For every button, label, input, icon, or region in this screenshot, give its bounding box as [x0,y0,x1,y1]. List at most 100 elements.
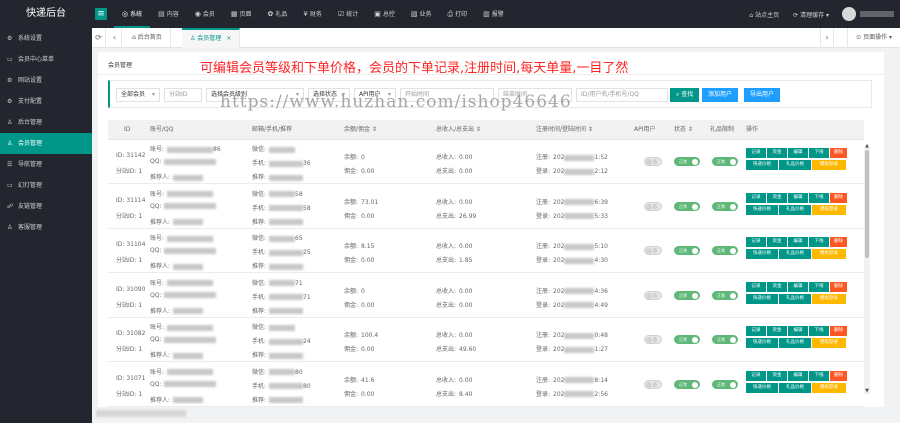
action-delete-button[interactable]: 删除 [830,192,847,203]
avatar[interactable] [842,7,856,21]
action-impersonate-login-button[interactable]: 模拟登录 [812,382,846,393]
action-offline-button[interactable]: 下线 [809,370,829,381]
action-offline-button[interactable]: 下线 [809,192,829,203]
topnav-item-7[interactable]: ▣ 总控 [366,0,403,28]
keyword-input[interactable]: ID/用户名/手机号/QQ [576,88,668,102]
api-user-toggle[interactable]: 否 [644,290,662,300]
action-record-button[interactable]: 记录 [746,237,766,247]
action-offline-button[interactable]: 下线 [809,326,829,336]
sidebar-item-5[interactable]: ♙ 会员管理 [0,133,92,154]
add-user-button[interactable]: 添加用户 [702,88,739,102]
action-funds-button[interactable]: 资金 [767,370,787,381]
sidebar-item-0[interactable]: ⚙ 系统设置 [0,28,92,49]
action-edit-button[interactable]: 编辑 [788,370,808,381]
action-record-button[interactable]: 记录 [746,148,766,158]
action-offline-button[interactable]: 下线 [809,281,829,292]
chevron-right-icon[interactable]: › [820,28,834,48]
action-record-button[interactable]: 记录 [746,326,766,336]
sidebar-item-3[interactable]: ⚙ 支付配置 [0,91,92,112]
topnav-item-6[interactable]: ☑ 统计 [330,0,366,28]
action-impersonate-login-button[interactable]: 模拟登录 [812,338,846,348]
action-express-price-button[interactable]: 快递价格 [746,204,778,215]
page-operations-menu[interactable]: ⊙ 页面操作 ▾ [847,28,900,48]
topnav-item-0[interactable]: ◎ 系统 [114,0,151,28]
scroll-up-icon[interactable]: ▲ [864,143,870,149]
topnav-item-9[interactable]: ⎙ 打印 [439,0,475,28]
export-user-button[interactable]: 导出用户 [744,88,781,102]
topnav-item-4[interactable]: ✿ 礼品 [260,0,296,28]
api-user-toggle[interactable]: 否 [644,157,662,166]
action-delete-button[interactable]: 删除 [830,326,847,336]
refresh-icon[interactable]: ⟳ [92,28,106,48]
sidebar-item-6[interactable]: ☰ 导航管理 [0,154,92,175]
status-toggle[interactable]: 正常 [674,379,700,389]
action-impersonate-login-button[interactable]: 模拟登录 [812,204,846,215]
close-icon[interactable]: × [226,35,231,42]
action-gift-price-button[interactable]: 礼品价格 [779,382,811,393]
action-edit-button[interactable]: 编辑 [788,192,808,203]
chevron-left-icon[interactable]: ‹ [108,28,122,48]
action-funds-button[interactable]: 资金 [767,192,787,203]
gift-limit-toggle[interactable]: 正常 [712,335,738,344]
sidebar-item-9[interactable]: ♙ 客服管理 [0,217,92,238]
status-toggle[interactable]: 正常 [674,290,700,300]
site-home-link[interactable]: ⌂ 站点主页 [742,10,786,19]
topnav-item-10[interactable]: ▥ 报警 [475,0,512,28]
scroll-down-icon[interactable]: ▼ [864,388,870,394]
action-funds-button[interactable]: 资金 [767,326,787,336]
gift-limit-toggle[interactable]: 正常 [712,157,738,166]
api-user-toggle[interactable]: 否 [644,201,662,211]
api-user-toggle[interactable]: 否 [644,335,662,344]
action-offline-button[interactable]: 下线 [809,148,829,158]
action-delete-button[interactable]: 删除 [830,148,847,158]
action-funds-button[interactable]: 资金 [767,148,787,158]
action-impersonate-login-button[interactable]: 模拟登录 [812,293,846,304]
topnav-item-5[interactable]: ¥ 财务 [295,0,329,28]
sidebar-item-8[interactable]: ☍ 友链管理 [0,196,92,217]
action-gift-price-button[interactable]: 礼品价格 [779,249,811,259]
action-express-price-button[interactable]: 快递价格 [746,338,778,348]
search-button[interactable]: ⌕ 查找 [670,88,700,102]
action-delete-button[interactable]: 删除 [830,370,847,381]
action-record-button[interactable]: 记录 [746,281,766,292]
action-impersonate-login-button[interactable]: 模拟登录 [812,249,846,259]
tab-home[interactable]: ⌂ 后台首页 [124,28,171,48]
action-gift-price-button[interactable]: 礼品价格 [779,160,811,170]
action-delete-button[interactable]: 删除 [830,237,847,247]
clear-cache-button[interactable]: ⟳ 清理缓存 ▾ [786,10,836,19]
action-offline-button[interactable]: 下线 [809,237,829,247]
action-funds-button[interactable]: 资金 [767,237,787,247]
action-edit-button[interactable]: 编辑 [788,237,808,247]
action-delete-button[interactable]: 删除 [830,281,847,292]
action-edit-button[interactable]: 编辑 [788,326,808,336]
sidebar-item-1[interactable]: ▭ 会员中心菜单 [0,49,92,70]
gift-limit-toggle[interactable]: 正常 [712,379,738,389]
action-gift-price-button[interactable]: 礼品价格 [779,338,811,348]
action-record-button[interactable]: 记录 [746,370,766,381]
action-gift-price-button[interactable]: 礼品价格 [779,204,811,215]
gift-limit-toggle[interactable]: 正常 [712,290,738,300]
action-edit-button[interactable]: 编辑 [788,281,808,292]
scrollbar-thumb[interactable] [865,150,869,258]
member-type-select[interactable]: 全部会员 ▾ [116,88,160,102]
api-user-toggle[interactable]: 否 [644,246,662,255]
action-gift-price-button[interactable]: 礼品价格 [779,293,811,304]
status-toggle[interactable]: 正常 [674,335,700,344]
group-id-input[interactable]: 分站ID [164,88,202,102]
action-express-price-button[interactable]: 快递价格 [746,293,778,304]
gift-limit-toggle[interactable]: 正常 [712,201,738,211]
status-toggle[interactable]: 正常 [674,157,700,166]
topnav-item-3[interactable]: ▦ 页面 [223,0,260,28]
topnav-item-1[interactable]: ▤ 内容 [150,0,187,28]
horizontal-scrollbar[interactable] [92,407,900,423]
user-name-redacted[interactable] [860,11,894,17]
api-user-toggle[interactable]: 否 [644,379,662,389]
gift-limit-toggle[interactable]: 正常 [712,246,738,255]
action-funds-button[interactable]: 资金 [767,281,787,292]
sidebar-item-7[interactable]: ▭ 幻灯管理 [0,175,92,196]
menu-toggle-icon[interactable]: ≡ [95,8,107,20]
horizontal-scrollbar-thumb[interactable] [96,410,186,417]
action-express-price-button[interactable]: 快递价格 [746,249,778,259]
sidebar-item-4[interactable]: ♙ 后台管理 [0,112,92,133]
action-express-price-button[interactable]: 快递价格 [746,382,778,393]
